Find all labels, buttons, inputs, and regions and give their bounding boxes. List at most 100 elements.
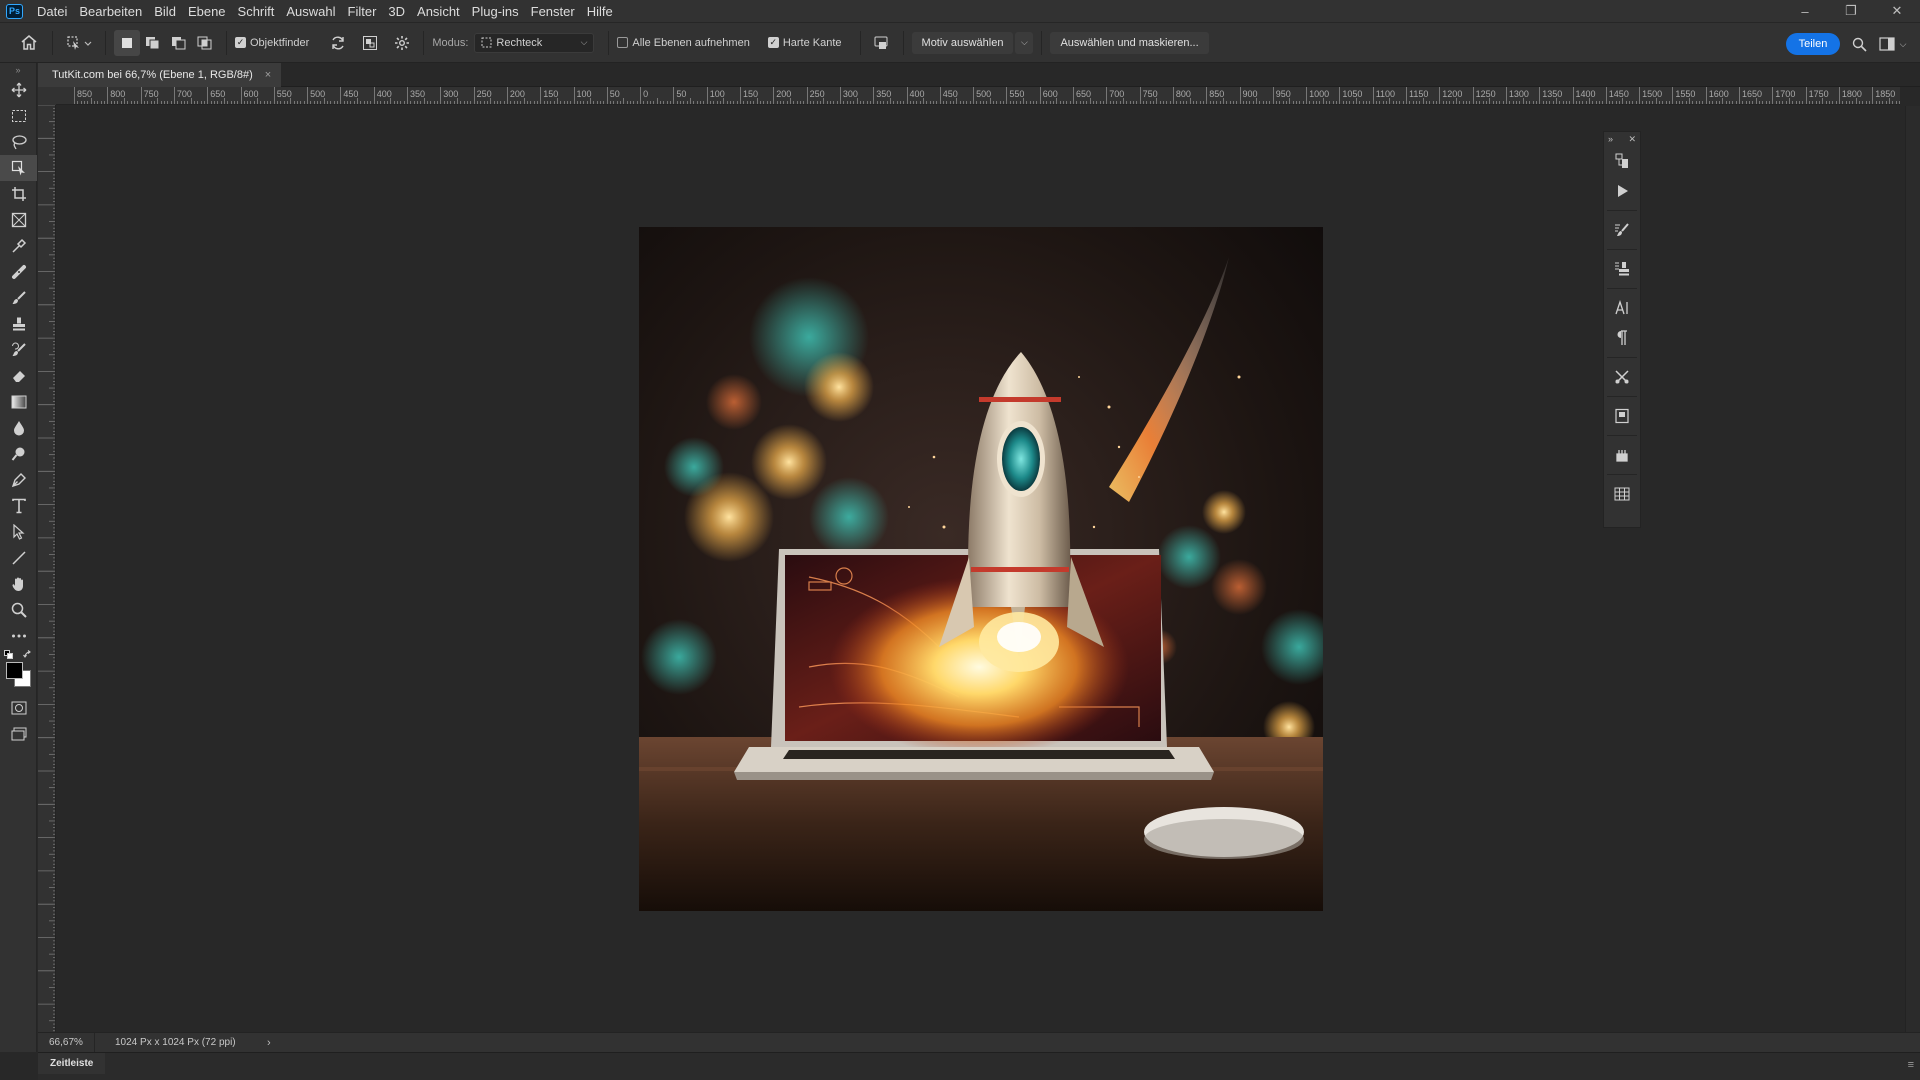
ruler-tick <box>163 101 165 104</box>
minimize-button[interactable]: – <box>1782 0 1828 22</box>
chevron-down-icon[interactable]: ⌵ <box>1896 31 1910 57</box>
object-subtract-icon[interactable] <box>869 30 895 56</box>
checkbox-icon[interactable] <box>617 37 629 48</box>
ruler-tick <box>1282 101 1284 104</box>
healing-brush-tool-icon[interactable] <box>0 259 37 285</box>
menu-3d[interactable]: 3D <box>382 4 411 19</box>
frame-tool-icon[interactable] <box>0 207 37 233</box>
clone-source-icon[interactable] <box>1604 254 1640 284</box>
blur-tool-icon[interactable] <box>0 415 37 441</box>
ruler-tick <box>1432 101 1434 104</box>
menu-plugins[interactable]: Plug-ins <box>466 4 525 19</box>
ruler-tick <box>1429 101 1431 104</box>
ruler-tick <box>107 87 109 104</box>
menu-ansicht[interactable]: Ansicht <box>411 4 466 19</box>
menu-schrift[interactable]: Schrift <box>232 4 281 19</box>
document-tab[interactable]: TutKit.com bei 66,7% (Ebene 1, RGB/8#) × <box>38 63 281 87</box>
ruler-tick <box>923 98 925 104</box>
menu-auswahl[interactable]: Auswahl <box>280 4 341 19</box>
show-all-objects-icon[interactable] <box>357 30 383 56</box>
quick-mask-icon[interactable] <box>0 695 37 721</box>
sample-all-layers-checkbox[interactable]: Alle Ebenen aufnehmen <box>617 37 750 49</box>
pen-tool-icon[interactable] <box>0 467 37 493</box>
status-menu-arrow-icon[interactable]: › <box>267 1037 271 1049</box>
menu-bild[interactable]: Bild <box>148 4 182 19</box>
swatches-grid-icon[interactable] <box>1604 479 1640 509</box>
menu-ebene[interactable]: Ebene <box>182 4 232 19</box>
panel-menu-icon[interactable]: ≡ <box>1908 1059 1914 1071</box>
hand-tool-icon[interactable] <box>0 571 37 597</box>
history-panel-icon[interactable] <box>1604 146 1640 176</box>
lasso-tool-icon[interactable] <box>0 129 37 155</box>
character-panel-icon[interactable] <box>1604 293 1640 323</box>
paragraph-panel-icon[interactable] <box>1604 323 1640 353</box>
ruler-tick <box>766 101 768 104</box>
ruler-tick <box>600 101 602 104</box>
mode-select[interactable]: Rechteck ⌵ <box>474 32 595 53</box>
crop-tool-icon[interactable] <box>0 181 37 207</box>
actions-play-icon[interactable] <box>1604 176 1640 206</box>
close-tab-icon[interactable]: × <box>265 69 271 81</box>
marquee-tool-icon[interactable] <box>0 103 37 129</box>
screen-mode-icon[interactable] <box>0 721 37 747</box>
object-finder-checkbox[interactable]: ✓ Objektfinder <box>235 37 309 49</box>
object-selection-tool-icon[interactable] <box>0 155 37 181</box>
menu-fenster[interactable]: Fenster <box>525 4 581 19</box>
eraser-tool-icon[interactable] <box>0 363 37 389</box>
add-to-selection-icon[interactable] <box>140 30 166 56</box>
new-selection-icon[interactable] <box>114 29 140 56</box>
home-icon[interactable] <box>14 30 44 56</box>
panel-collapse-icon[interactable]: » <box>0 63 36 77</box>
eyedropper-tool-icon[interactable] <box>0 233 37 259</box>
separator <box>1607 396 1637 397</box>
intersect-selection-icon[interactable] <box>192 30 218 56</box>
select-subject-dropdown[interactable]: ⌵ <box>1015 31 1034 54</box>
plugins-panel-icon[interactable] <box>1604 440 1640 470</box>
zoom-tool-icon[interactable] <box>0 597 37 623</box>
dodge-tool-icon[interactable] <box>0 441 37 467</box>
brush-tool-icon[interactable] <box>0 285 37 311</box>
more-tools-icon[interactable] <box>0 623 37 649</box>
timeline-tab[interactable]: Zeitleiste <box>38 1053 106 1074</box>
document-canvas-image[interactable] <box>639 227 1323 911</box>
select-and-mask-button[interactable]: Auswählen und maskieren... <box>1050 31 1209 54</box>
share-button[interactable]: Teilen <box>1786 33 1840 55</box>
checkbox-icon[interactable]: ✓ <box>767 37 779 48</box>
line-tool-icon[interactable] <box>0 545 37 571</box>
hard-edge-checkbox[interactable]: ✓ Harte Kante <box>767 37 842 49</box>
default-colors-icon[interactable] <box>4 650 13 659</box>
settings-gear-icon[interactable] <box>389 30 415 56</box>
brush-settings-icon[interactable] <box>1604 215 1640 245</box>
type-tool-icon[interactable] <box>0 493 37 519</box>
ruler-tick <box>1422 98 1424 104</box>
close-window-button[interactable]: ✕ <box>1874 0 1920 22</box>
ruler-origin[interactable] <box>38 87 56 105</box>
close-panel-icon[interactable]: ✕ <box>1628 134 1636 145</box>
menu-bearbeiten[interactable]: Bearbeiten <box>73 4 148 19</box>
tool-preset-picker-icon[interactable] <box>61 30 97 56</box>
ruler-tick <box>1096 101 1098 104</box>
tool-presets-icon[interactable] <box>1604 362 1640 392</box>
path-selection-tool-icon[interactable] <box>0 519 37 545</box>
foreground-color-swatch[interactable] <box>6 662 23 679</box>
expand-panels-icon[interactable]: » <box>1608 134 1613 144</box>
subtract-from-selection-icon[interactable] <box>166 30 192 56</box>
history-brush-tool-icon[interactable] <box>0 337 37 363</box>
vertical-ruler[interactable] <box>38 105 56 1032</box>
gradient-tool-icon[interactable] <box>0 389 37 415</box>
clone-stamp-tool-icon[interactable] <box>0 311 37 337</box>
swap-colors-icon[interactable] <box>23 650 33 660</box>
vertical-scrollbar[interactable] <box>1905 106 1920 1032</box>
zoom-level[interactable]: 66,67% <box>38 1037 94 1048</box>
properties-panel-icon[interactable] <box>1604 401 1640 431</box>
menu-hilfe[interactable]: Hilfe <box>581 4 619 19</box>
menu-datei[interactable]: Datei <box>31 4 73 19</box>
move-tool-icon[interactable] <box>0 77 37 103</box>
restore-button[interactable]: ❐ <box>1828 0 1874 22</box>
select-subject-button[interactable]: Motiv auswählen <box>911 31 1014 54</box>
checkbox-icon[interactable]: ✓ <box>235 37 246 48</box>
menu-filter[interactable]: Filter <box>342 4 383 19</box>
horizontal-ruler[interactable]: 850 800 750 700 650 600 550 500 450 400 350 300 250 2… <box>56 87 1900 105</box>
search-icon[interactable] <box>1846 31 1872 57</box>
refresh-icon[interactable] <box>325 30 351 56</box>
